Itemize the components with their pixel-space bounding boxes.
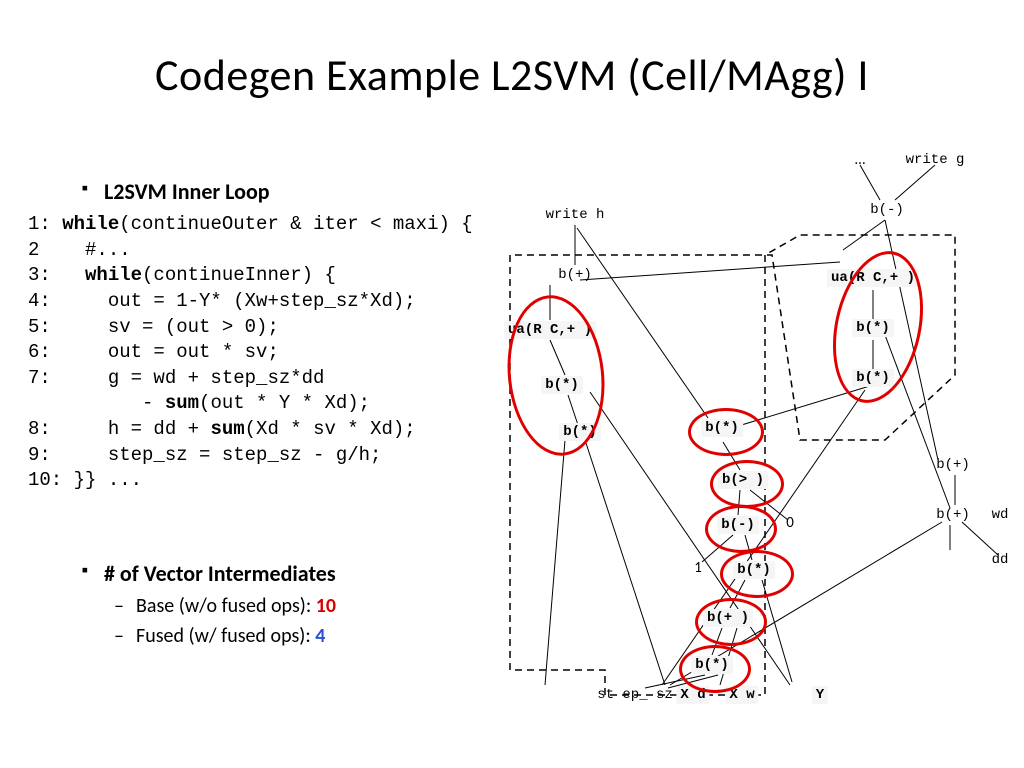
node-b-plus-r1: b(+) <box>932 456 974 474</box>
node-b-plus-r2: b(+) <box>932 506 974 524</box>
code-block: 1: while(continueOuter & iter < maxi) { … <box>28 212 473 494</box>
node-dd: dd <box>988 551 1013 569</box>
code-l7b: - <box>28 392 165 414</box>
code-l1a: 1: <box>28 213 62 235</box>
code-l1b: (continueOuter & iter < maxi) { <box>119 213 472 235</box>
code-l10: 10: }} ... <box>28 469 142 491</box>
node-b-plus-mid: b(+ ) <box>703 609 753 627</box>
node-bstar-l2: b(*) <box>559 423 601 441</box>
sub-fused-label: Fused (w/ fused ops): <box>136 624 315 648</box>
leaf-y: Y <box>812 686 828 704</box>
sub-bullet-base: Base (w/o fused ops): 10 <box>136 594 336 618</box>
code-l3b: (continueInner) { <box>142 264 336 286</box>
node-bstar-mid: b(*) <box>701 419 743 437</box>
slide-title: Codegen Example L2SVM (Cell/MAgg) I <box>0 48 1024 102</box>
node-write-g: write g <box>902 151 969 169</box>
node-write-h: write h <box>542 206 609 224</box>
bullet-inner-loop: L2SVM Inner Loop <box>104 178 270 205</box>
node-b-minus-top: b(-) <box>866 201 908 219</box>
bullet-vec-intermediates: # of Vector Intermediates <box>104 560 336 587</box>
sub-base-value: 10 <box>316 594 336 618</box>
node-bstar-mid2: b(*) <box>733 561 775 579</box>
code-l4: 4: out = 1-Y* (Xw+step_sz*Xd); <box>28 290 416 312</box>
code-l8b: (Xd * sv * Xd); <box>245 418 416 440</box>
node-ua-right: ua(R C,+ ) <box>827 269 919 287</box>
code-l3a: 3: <box>28 264 85 286</box>
node-b-gt: b(> ) <box>718 471 768 489</box>
slide: Codegen Example L2SVM (Cell/MAgg) I L2SV… <box>0 0 1024 768</box>
node-bstar-l1: b(*) <box>541 376 583 394</box>
node-bstar-bot: b(*) <box>691 656 733 674</box>
node-wd: wd <box>988 506 1013 524</box>
code-l7-kw: sum <box>165 392 199 414</box>
node-one: 1 <box>690 558 706 578</box>
node-bstar-r2: b(*) <box>852 369 894 387</box>
leaf-xd: X d <box>676 686 709 704</box>
code-l1-kw: while <box>62 213 119 235</box>
code-l8-kw: sum <box>210 418 244 440</box>
leaf-step-sz: st ep_ sz <box>593 686 677 704</box>
code-l9: 9: step_sz = step_sz - g/h; <box>28 444 381 466</box>
node-b-plus-tl: b(+) <box>554 266 596 284</box>
code-l3-kw: while <box>85 264 142 286</box>
sub-base-label: Base (w/o fused ops): <box>136 594 316 618</box>
node-ellipsis: … <box>851 150 869 170</box>
node-bstar-r1: b(*) <box>852 319 894 337</box>
code-l7c: (out * Y * Xd); <box>199 392 370 414</box>
code-l2: 2 #... <box>28 239 131 261</box>
operator-graph: write h write g … b(-) b(+) ua(R C,+ ) u… <box>490 160 1010 700</box>
code-l5: 5: sv = (out > 0); <box>28 316 279 338</box>
sub-bullet-fused: Fused (w/ fused ops): 4 <box>136 624 325 648</box>
code-l6: 6: out = out * sv; <box>28 341 279 363</box>
code-l8a: 8: h = dd + <box>28 418 210 440</box>
leaf-xw: X w <box>725 686 758 704</box>
node-zero: 0 <box>782 513 798 533</box>
node-b-minus: b(-) <box>717 516 759 534</box>
code-l7a: 7: g = wd + step_sz*dd <box>28 367 324 389</box>
node-ua-left: ua(R C,+ ) <box>504 321 596 339</box>
sub-fused-value: 4 <box>315 624 325 648</box>
